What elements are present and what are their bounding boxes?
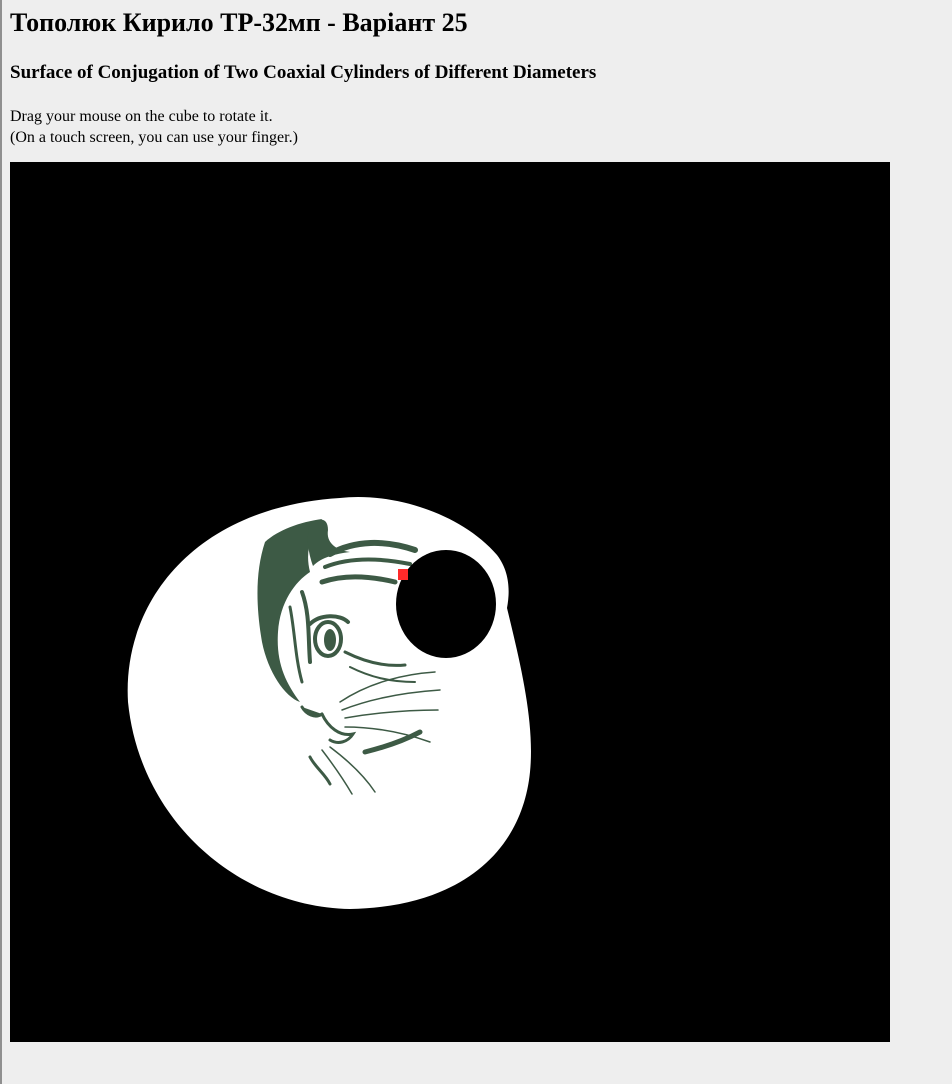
surface-hole — [396, 550, 496, 658]
surface-render — [127, 496, 531, 909]
page-title: Тополюк Кирило ТР-32мп - Варіант 25 — [10, 8, 468, 37]
red-square-marker — [398, 569, 408, 580]
instructions-line-1: Drag your mouse on the cube to rotate it… — [10, 108, 273, 125]
instructions-line-2: (On a touch screen, you can use your fin… — [10, 129, 298, 146]
webgl-canvas[interactable] — [10, 162, 890, 1042]
page-content: Тополюк Кирило ТР-32мп - Варіант 25 Surf… — [10, 0, 940, 1042]
page-subtitle: Surface of Conjugation of Two Coaxial Cy… — [10, 62, 597, 83]
instructions: Drag your mouse on the cube to rotate it… — [10, 106, 940, 148]
window-left-border — [0, 0, 2, 1084]
